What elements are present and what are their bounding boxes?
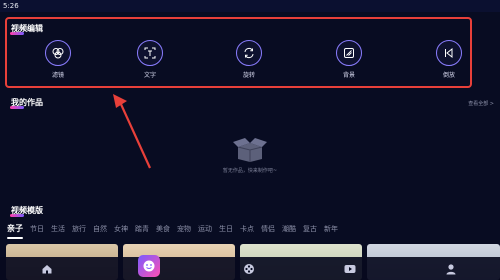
tool-text-label: 文字 xyxy=(143,72,156,79)
tab-category-11[interactable]: 卡点 xyxy=(240,223,254,235)
tool-background[interactable]: 背景 xyxy=(334,40,364,79)
nav-home[interactable]: 首页 xyxy=(27,260,67,280)
tab-category-7[interactable]: 美食 xyxy=(156,223,170,235)
tab-category-10[interactable]: 生日 xyxy=(219,223,233,235)
tab-category-12[interactable]: 情侣 xyxy=(261,223,275,235)
empty-works-text: 暂无作品，快来制作吧~ xyxy=(222,168,278,174)
tab-category-9[interactable]: 运动 xyxy=(198,223,212,235)
background-icon xyxy=(336,40,362,66)
nav-tools[interactable]: 工具 xyxy=(229,260,269,280)
tool-filter[interactable]: 滤镜 xyxy=(43,40,73,79)
text-icon xyxy=(137,40,163,66)
nav-profile[interactable]: 我的 xyxy=(431,260,471,280)
film-reel-icon xyxy=(244,264,254,274)
reverse-play-icon xyxy=(436,40,462,66)
annotation-arrow-icon xyxy=(113,94,152,169)
status-bar: 5:26 xyxy=(0,0,500,12)
tool-reverse[interactable]: 倒放 xyxy=(434,40,464,79)
tab-category-4[interactable]: 自然 xyxy=(93,223,107,235)
tool-rotate[interactable]: 旋转 xyxy=(234,40,264,79)
bottom-nav: 首页 工具 播放 我的 xyxy=(0,257,500,280)
play-icon xyxy=(344,265,356,273)
tab-category-1[interactable]: 节日 xyxy=(30,223,44,235)
empty-box-icon xyxy=(233,138,267,162)
view-all-link[interactable]: 查看全部 > xyxy=(468,100,494,107)
templates-title: 视频模版 xyxy=(10,206,43,217)
tool-reverse-label: 倒放 xyxy=(442,72,455,79)
my-works-title: 我的作品 xyxy=(10,98,43,109)
tool-background-label: 背景 xyxy=(342,72,355,79)
tab-category-0[interactable]: 亲子 xyxy=(7,223,23,239)
tool-text[interactable]: 文字 xyxy=(135,40,165,79)
tool-filter-label: 滤镜 xyxy=(51,72,64,79)
avatar-icon xyxy=(143,260,155,272)
category-tabs: 亲子 节日 生活 旅行 自然 女神 踏青 美食 宠物 运动 生日 卡点 情侣 潮… xyxy=(7,223,345,239)
tab-category-13[interactable]: 潮酷 xyxy=(282,223,296,235)
rotate-icon xyxy=(236,40,262,66)
tab-category-8[interactable]: 宠物 xyxy=(177,223,191,235)
status-time: 5:26 xyxy=(3,2,19,10)
nav-play[interactable]: 播放 xyxy=(330,260,370,280)
tab-category-3[interactable]: 旅行 xyxy=(72,223,86,235)
tab-category-5[interactable]: 女神 xyxy=(114,223,128,235)
tool-rotate-label: 旋转 xyxy=(242,72,255,79)
filter-icon xyxy=(45,40,71,66)
tab-category-2[interactable]: 生活 xyxy=(51,223,65,235)
tab-category-15[interactable]: 新年 xyxy=(324,223,338,235)
tab-category-14[interactable]: 复古 xyxy=(303,223,317,235)
profile-icon xyxy=(446,264,456,275)
tab-category-6[interactable]: 踏青 xyxy=(135,223,149,235)
nav-center-avatar[interactable] xyxy=(138,255,160,277)
home-icon xyxy=(42,265,52,274)
